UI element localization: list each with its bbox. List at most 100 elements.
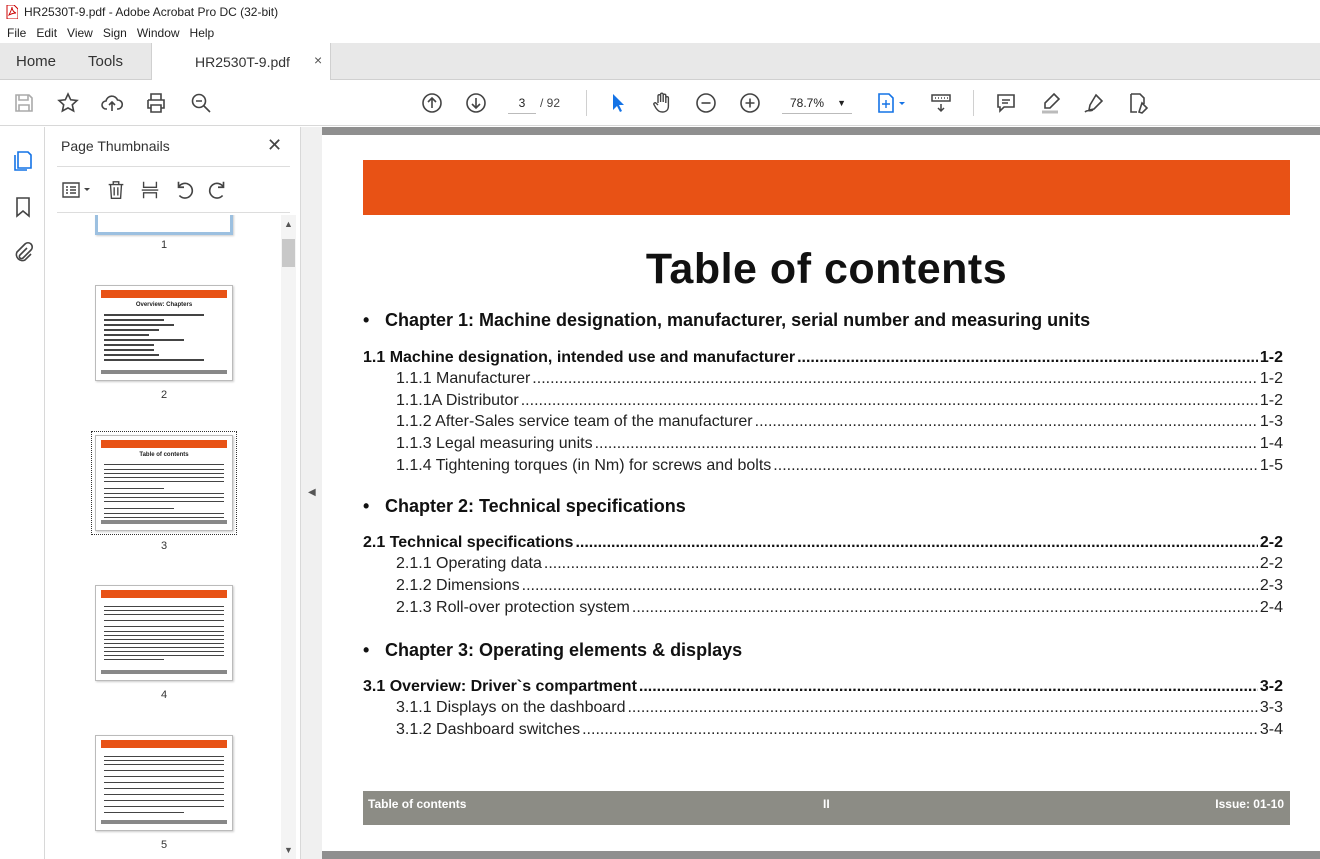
toc-entry-page: 1-4: [1259, 435, 1283, 452]
toc-entry[interactable]: 1.1.1A Distributor 1-2: [363, 392, 1283, 412]
toc-entry[interactable]: 1.1.2 After-Sales service team of the ma…: [363, 413, 1283, 433]
thumbnail-text-line: [104, 477, 224, 478]
title-bar: HR2530T-9.pdf - Adobe Acrobat Pro DC (32…: [0, 0, 1320, 23]
bullet: •: [363, 496, 370, 516]
thumbnail-footer: [101, 370, 227, 374]
toc-entry[interactable]: 3.1.1 Displays on the dashboard 3-3: [363, 699, 1283, 719]
highlighter-pen-icon: [1042, 92, 1061, 114]
menu-file[interactable]: File: [2, 26, 31, 40]
toc-entry[interactable]: 2.1 Technical specifications 2-2: [363, 534, 1283, 554]
toc-leader: [755, 413, 1258, 431]
scrollbar-thumb[interactable]: [282, 239, 295, 267]
select-tool-button[interactable]: [605, 90, 631, 116]
thumbnail-text-line: [104, 760, 224, 761]
toc-entry-label: 1.1.1A Distributor: [396, 392, 519, 409]
toc-entry-page: 1-5: [1259, 457, 1283, 474]
toolbar-divider: [586, 90, 587, 116]
collapse-panel-icon[interactable]: ◀: [308, 487, 316, 498]
zoom-out-button[interactable]: [693, 90, 719, 116]
hand-icon: [653, 92, 670, 113]
attachments-button[interactable]: [10, 240, 36, 266]
page-number-input[interactable]: 3: [508, 92, 536, 114]
scrolling-mode-button[interactable]: [928, 90, 954, 116]
toc-entry[interactable]: 1.1.1 Manufacturer 1-2: [363, 370, 1283, 390]
thumbnail-scrollbar[interactable]: ▲ ▼: [281, 215, 296, 859]
thumbnail-toolbar: [59, 177, 231, 203]
page-thumbnail[interactable]: Overview: Chapters: [95, 285, 233, 381]
toc-entry[interactable]: 2.1.1 Operating data 2-2: [363, 555, 1283, 575]
thumbnail-text-line: [104, 614, 224, 615]
thumbnail-text-line: [104, 643, 224, 644]
toc-leader: [632, 599, 1258, 617]
page-thumbnail[interactable]: [95, 735, 233, 831]
minus-circle-icon: [696, 93, 716, 113]
thumbnail-text-line: [104, 606, 224, 607]
options-menu-button[interactable]: [59, 178, 95, 202]
delete-pages-button[interactable]: [103, 178, 129, 202]
zoom-in-button[interactable]: [737, 90, 763, 116]
menu-edit[interactable]: Edit: [31, 26, 62, 40]
highlight-button[interactable]: [1037, 90, 1063, 116]
thumbnail-text-line: [104, 517, 224, 518]
panel-splitter[interactable]: ◀: [300, 127, 322, 859]
menu-view[interactable]: View: [62, 26, 98, 40]
toc-entry[interactable]: 2.1.3 Roll-over protection system 2-4: [363, 599, 1283, 619]
plus-circle-icon: [740, 93, 760, 113]
hand-tool-button[interactable]: [649, 90, 675, 116]
menu-sign[interactable]: Sign: [98, 26, 132, 40]
extract-pages-button[interactable]: [137, 178, 163, 202]
footer-page-number: II: [823, 797, 830, 811]
fit-page-button[interactable]: [872, 90, 910, 116]
thumbnail-text-line: [104, 788, 224, 789]
zoom-level-select[interactable]: 78.7% ▼: [782, 92, 852, 114]
upload-button[interactable]: [99, 90, 125, 116]
toc-entry[interactable]: 3.1 Overview: Driver`s compartment 3-2: [363, 678, 1283, 698]
save-button[interactable]: [11, 90, 37, 116]
panel-title: Page Thumbnails: [61, 138, 170, 154]
scroll-up-icon[interactable]: ▲: [284, 219, 293, 229]
print-button[interactable]: [143, 90, 169, 116]
thumbnail-text-line: [104, 647, 224, 648]
tab-document[interactable]: HR2530T-9.pdf ×: [151, 43, 331, 80]
previous-page-button[interactable]: [419, 90, 445, 116]
draw-button[interactable]: [1081, 90, 1107, 116]
bookmarks-button[interactable]: [10, 194, 36, 220]
toc-entry-label: 2.1.2 Dimensions: [396, 577, 520, 594]
rotate-left-button[interactable]: [171, 178, 197, 202]
document-viewport[interactable]: Table of contents • Chapter 1: Machine de…: [322, 127, 1320, 859]
menu-window[interactable]: Window: [132, 26, 185, 40]
page-thumbnail-selected[interactable]: Table of contents: [91, 431, 237, 535]
toc-entry[interactable]: 2.1.2 Dimensions 2-3: [363, 577, 1283, 597]
close-icon[interactable]: ✕: [267, 135, 282, 156]
fill-sign-button[interactable]: [1125, 90, 1151, 116]
acrobat-pdf-icon: [6, 4, 18, 19]
thumbnail-text-line: [104, 756, 224, 757]
menu-help[interactable]: Help: [185, 26, 220, 40]
tab-tools[interactable]: Tools: [88, 53, 123, 70]
page-thumbnail[interactable]: [95, 585, 233, 681]
thumbnail-footer: [101, 520, 227, 524]
keyboard-scroll-icon: [931, 94, 951, 113]
rotate-right-button[interactable]: [205, 178, 231, 202]
thumbnail-text-line: [104, 488, 164, 489]
thumbnail-text-line: [104, 359, 204, 361]
scroll-down-icon[interactable]: ▼: [284, 845, 293, 855]
tab-close-icon[interactable]: ×: [314, 52, 322, 68]
bookmark-star-button[interactable]: [55, 90, 81, 116]
comment-button[interactable]: [993, 90, 1019, 116]
tab-home[interactable]: Home: [16, 53, 56, 70]
toc-entry[interactable]: 1.1.4 Tightening torques (in Nm) for scr…: [363, 457, 1283, 477]
thumbnail-text-line: [104, 659, 164, 660]
page-thumbnails-button[interactable]: [10, 147, 36, 173]
toc-entry[interactable]: 1.1 Machine designation, intended use an…: [363, 349, 1283, 369]
toc-entry[interactable]: 1.1.3 Legal measuring units 1-4: [363, 435, 1283, 455]
page-thumbnail[interactable]: [95, 215, 233, 235]
next-page-button[interactable]: [463, 90, 489, 116]
toc-entry[interactable]: 3.1.2 Dashboard switches 3-4: [363, 721, 1283, 741]
find-button[interactable]: [188, 90, 214, 116]
thumbnail-text-line: [104, 770, 224, 771]
toc-entry-page: 3-2: [1259, 678, 1283, 695]
rotate-clockwise-icon: [208, 181, 225, 199]
toc-entry-page: 1-2: [1259, 370, 1283, 387]
toc-leader: [595, 435, 1258, 453]
